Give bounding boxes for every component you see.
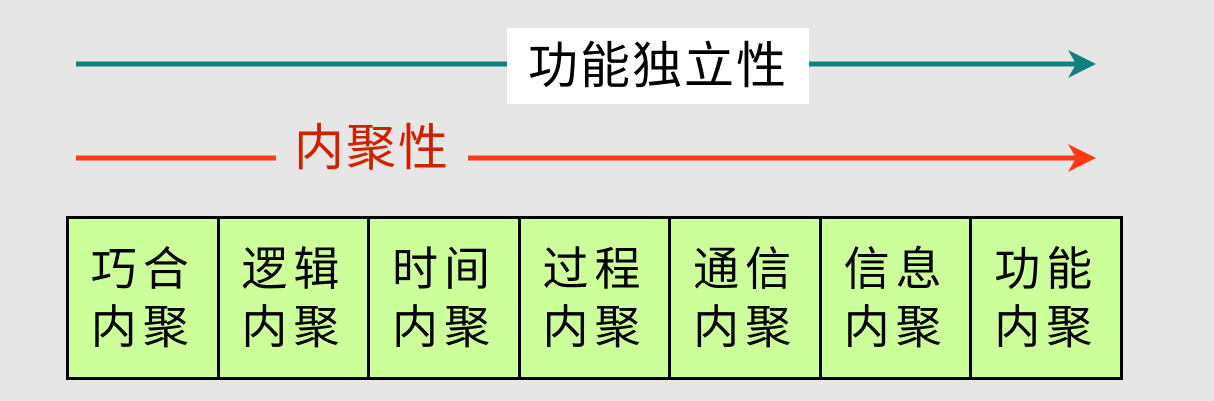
cell-line-2: 内聚	[391, 300, 496, 354]
cell-line-2: 内聚	[843, 300, 948, 354]
cohesion-types-table: 巧合 内聚 逻辑 内聚 时间 内聚 过程 内聚 通信 内聚 信息 内聚 功能 内…	[66, 216, 1123, 380]
cohesion-label: 内聚性	[276, 112, 468, 184]
table-cell-temporal-cohesion: 时间 内聚	[370, 219, 521, 377]
cell-line-1: 时间	[391, 242, 496, 296]
cell-line-2: 内聚	[693, 300, 798, 354]
table-cell-informational-cohesion: 信息 内聚	[822, 219, 973, 377]
functional-independence-label: 功能独立性	[507, 28, 809, 104]
cell-line-1: 巧合	[90, 242, 195, 296]
table-cell-functional-cohesion: 功能 内聚	[972, 219, 1120, 377]
table-cell-coincidental-cohesion: 巧合 内聚	[69, 219, 220, 377]
cell-line-1: 通信	[693, 242, 798, 296]
cohesion-arrow	[76, 144, 1096, 172]
table-cell-logical-cohesion: 逻辑 内聚	[220, 219, 371, 377]
cell-line-2: 内聚	[994, 300, 1099, 354]
table-cell-procedural-cohesion: 过程 内聚	[521, 219, 672, 377]
cell-line-1: 信息	[843, 242, 948, 296]
cell-line-2: 内聚	[241, 300, 346, 354]
cell-line-2: 内聚	[542, 300, 647, 354]
table-cell-communicational-cohesion: 通信 内聚	[671, 219, 822, 377]
cell-line-1: 逻辑	[241, 242, 346, 296]
cell-line-1: 过程	[542, 242, 647, 296]
cell-line-2: 内聚	[90, 300, 195, 354]
cell-line-1: 功能	[994, 242, 1099, 296]
